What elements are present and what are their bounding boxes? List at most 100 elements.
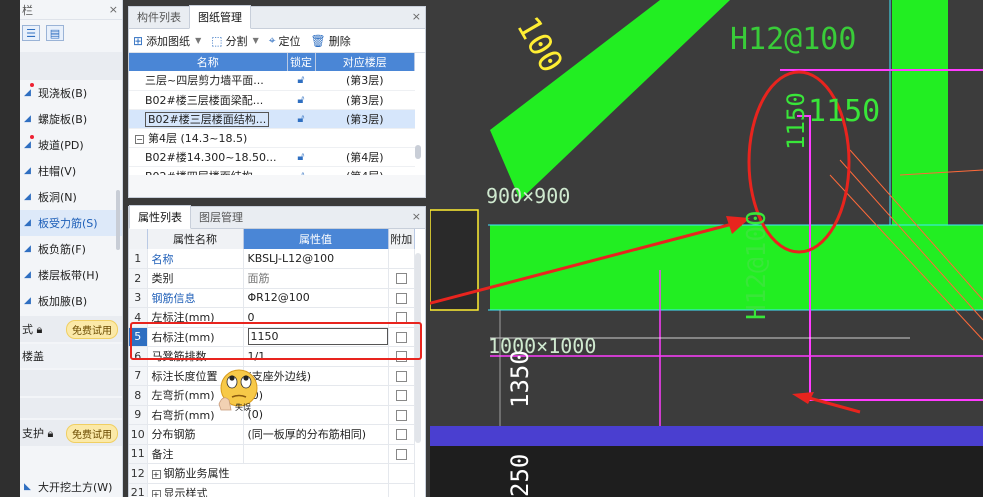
sidebar-item[interactable]: ◢ 板加腋(B) — [20, 288, 122, 314]
extra-checkbox[interactable] — [395, 409, 407, 421]
close-icon[interactable]: × — [412, 10, 421, 23]
property-row[interactable]: 7 标注长度位置 (支座外边线) — [129, 366, 415, 386]
tab-drawing-management[interactable]: 图纸管理 — [189, 5, 251, 29]
free-trial-badge[interactable]: 免费试用 — [66, 423, 118, 443]
drawing-name-cell[interactable]: B02#楼三层楼面梁配... — [129, 90, 287, 110]
extra-checkbox[interactable] — [395, 370, 407, 382]
tab-property-list[interactable]: 属性列表 — [129, 205, 191, 229]
drawing-row[interactable]: B02#楼三层楼面梁配... 🔓︎ (第3层) — [129, 90, 415, 110]
drawing-row[interactable]: 三层~四层剪力墙平面... 🔓︎ (第3层) — [129, 71, 415, 91]
sidebar-section-support[interactable]: 支护 🔒︎ 免费试用 — [20, 420, 122, 446]
lock-icon[interactable]: 🔓︎ — [287, 109, 315, 129]
lock-icon[interactable]: 🔓︎ — [287, 166, 315, 175]
col-prop-name-header[interactable]: 属性名称 — [147, 229, 244, 249]
property-value[interactable] — [243, 444, 389, 464]
drawing-name-cell[interactable]: − 第4层 (14.3~18.5) — [129, 128, 415, 148]
drawing-floor-cell[interactable]: (第3层) — [315, 109, 415, 129]
card-view-icon[interactable]: ▤ — [46, 25, 64, 41]
extra-checkbox[interactable] — [395, 292, 407, 304]
delete-button[interactable]: 🗑︎ 删除 — [310, 33, 350, 49]
property-value[interactable]: 0 — [243, 307, 389, 328]
col-floor-header[interactable]: 对应楼层 — [315, 53, 415, 71]
property-scrollbar[interactable] — [415, 253, 421, 443]
drawing-name-cell[interactable]: B02#楼三层楼面结构... — [129, 109, 287, 129]
sidebar-item[interactable]: ◢ 板负筋(F) — [20, 236, 122, 262]
property-row[interactable]: 3 钢筋信息 ΦR12@100 — [129, 288, 415, 308]
property-value[interactable]: (0) — [243, 405, 389, 425]
extra-checkbox[interactable] — [395, 429, 407, 441]
drawing-name-cell[interactable]: B02#楼14.300~18.50... — [129, 147, 287, 167]
lock-icon[interactable]: 🔓︎ — [287, 90, 315, 110]
property-row[interactable]: 1 名称 KBSLJ-L12@100 — [129, 249, 415, 269]
property-row[interactable]: 11 备注 — [129, 444, 415, 464]
sidebar-section-floor[interactable]: 楼盖 — [20, 344, 122, 368]
drawing-row[interactable]: B02#楼四层楼面结构... 🔓︎(第4层) — [129, 166, 415, 175]
drawing-scrollbar[interactable] — [415, 145, 421, 159]
drawing-floor-cell[interactable]: (第4层) — [315, 147, 415, 167]
sidebar-scrollbar[interactable] — [116, 190, 120, 250]
close-icon[interactable]: × — [412, 210, 421, 223]
property-row[interactable]: 4 左标注(mm) 0 — [129, 307, 415, 328]
sidebar-item[interactable]: ◢ 楼层板带(H) — [20, 262, 122, 288]
drawing-floor-cell[interactable]: (第4层) — [315, 166, 415, 175]
property-row[interactable]: 12 + 钢筋业务属性 — [129, 463, 415, 484]
split-button[interactable]: ⬚ 分割 ▼ — [211, 33, 259, 49]
lock-icon[interactable]: 🔓︎ — [287, 147, 315, 167]
col-prop-value-header[interactable]: 属性值 — [243, 229, 389, 249]
property-value[interactable]: ΦR12@100 — [243, 288, 389, 308]
sidebar-section-pro[interactable]: 式 🔒︎ 免费试用 — [20, 316, 122, 342]
property-row[interactable]: 10 分布钢筋 (同一板厚的分布筋相同) — [129, 424, 415, 445]
sidebar-item-excavation[interactable]: ◣ 大开挖土方(W) — [20, 474, 122, 497]
col-extra-header[interactable]: 附加 — [388, 229, 415, 249]
drawing-floor-cell[interactable]: (第3层) — [315, 71, 415, 91]
property-row[interactable]: 8左弯折(mm) (0) — [129, 385, 415, 406]
extra-checkbox[interactable] — [395, 312, 407, 324]
tab-component-list[interactable]: 构件列表 — [129, 6, 189, 28]
lock-icon[interactable]: 🔓︎ — [287, 71, 315, 91]
free-trial-badge[interactable]: 免费试用 — [66, 319, 118, 339]
property-row[interactable]: 6 马凳筋排数 1/1 — [129, 346, 415, 367]
drawing-row[interactable]: B02#楼14.300~18.50... 🔓︎ (第4层) — [129, 147, 415, 167]
add-drawing-button[interactable]: ⊞ 添加图纸 ▼ — [133, 33, 201, 49]
property-value[interactable]: 面筋 — [243, 268, 389, 289]
drawing-floor-cell[interactable]: (第3层) — [315, 90, 415, 110]
sidebar-section-blank[interactable] — [20, 370, 122, 396]
sidebar-item[interactable]: ◢ 柱帽(V) — [20, 158, 122, 184]
sidebar-item[interactable]: ◢ 螺旋板(B) — [20, 106, 122, 132]
sidebar-group-header[interactable] — [20, 52, 122, 80]
property-value[interactable]: (支座外边线) — [243, 366, 389, 386]
drawing-name-cell[interactable]: 三层~四层剪力墙平面... — [129, 71, 287, 91]
drawing-group-row[interactable]: − 第4层 (14.3~18.5) — [129, 128, 415, 148]
col-lock-header[interactable]: 锁定 — [287, 53, 316, 71]
property-value-input[interactable]: 1150 — [247, 328, 387, 346]
tab-layer-management[interactable]: 图层管理 — [191, 206, 251, 228]
sidebar-item[interactable]: ◢ 板受力筋(S) — [20, 210, 122, 236]
property-row[interactable]: 5 右标注(mm) 1150 — [129, 327, 415, 347]
extra-checkbox[interactable] — [395, 273, 407, 285]
extra-checkbox[interactable] — [395, 390, 407, 402]
collapse-icon[interactable]: − — [135, 134, 144, 144]
property-row[interactable]: 9 右弯折(mm) (0) — [129, 405, 415, 425]
drawing-row[interactable]: B02#楼三层楼面结构... 🔓︎ (第3层) — [129, 109, 415, 129]
property-value[interactable]: KBSLJ-L12@100 — [243, 249, 389, 269]
sidebar-item[interactable]: ◢ 现浇板(B) — [20, 80, 122, 106]
property-value[interactable]: (0) — [243, 385, 389, 406]
expand-icon[interactable]: + — [151, 489, 161, 497]
expand-icon[interactable]: + — [151, 470, 161, 480]
col-name-header[interactable]: 名称 — [129, 53, 288, 71]
cad-canvas[interactable]: H12@100 1150 1150 900×900 1000×1000 H12@… — [430, 0, 983, 497]
sidebar-section-blank-2[interactable] — [20, 398, 122, 418]
sidebar-item[interactable]: ◢ 坡道(PD) — [20, 132, 122, 158]
drawing-name-cell[interactable]: B02#楼四层楼面结构... — [129, 166, 287, 175]
property-value[interactable]: (同一板厚的分布筋相同) — [243, 424, 389, 445]
extra-checkbox[interactable] — [395, 351, 407, 363]
locate-button[interactable]: ⌖ 定位 — [269, 33, 301, 49]
property-row[interactable]: 21 + 显示样式 — [129, 483, 415, 497]
property-value[interactable]: 1150 — [243, 327, 389, 347]
property-value[interactable]: 1/1 — [243, 346, 389, 367]
close-icon[interactable]: × — [109, 3, 118, 16]
list-view-icon[interactable]: ☰ — [22, 25, 40, 41]
extra-checkbox[interactable] — [395, 448, 407, 460]
extra-checkbox[interactable] — [395, 331, 407, 343]
sidebar-item[interactable]: ◢ 板洞(N) — [20, 184, 122, 210]
